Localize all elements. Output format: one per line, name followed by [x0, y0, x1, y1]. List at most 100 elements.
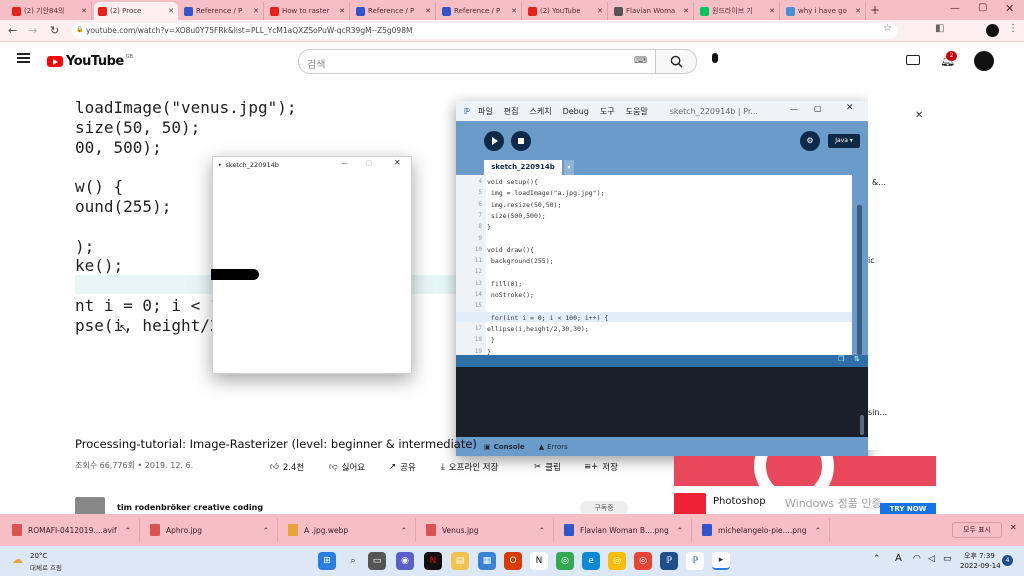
- volume-icon[interactable]: ◁: [928, 554, 935, 564]
- sketch-taskbar-icon[interactable]: ▸: [712, 552, 730, 570]
- console-copy-icon[interactable]: ❐: [838, 355, 844, 363]
- url-field[interactable]: 🔒 youtube.com/watch?v=XO8u0Y75FRk&list=P…: [72, 23, 898, 39]
- add-tab-button[interactable]: ▾: [564, 160, 574, 175]
- browser-tab[interactable]: (2) 기안84의 ✕: [8, 2, 92, 20]
- sketch-close-button[interactable]: ✕: [394, 158, 401, 167]
- download-item[interactable]: A .jpg.webp ⌃: [280, 518, 416, 542]
- browser-tab[interactable]: why i have go ✕: [782, 2, 866, 20]
- mode-selector[interactable]: Java ▾: [828, 134, 860, 148]
- store-icon[interactable]: ▦: [478, 552, 496, 570]
- stop-button[interactable]: [511, 131, 531, 151]
- console-collapse-icon[interactable]: ⇅: [854, 355, 860, 363]
- sketch-titlebar[interactable]: ▸ sketch_220914b — ▢ ✕: [213, 157, 411, 173]
- subscribe-button[interactable]: 구독중: [580, 501, 628, 515]
- browser-tab[interactable]: Reference / P ✕: [438, 2, 522, 20]
- browser-tab[interactable]: (2) YouTube ✕: [524, 2, 608, 20]
- browser-tab[interactable]: Flavian Woma ✕: [610, 2, 694, 20]
- sketch-tab[interactable]: sketch_220914b: [484, 160, 562, 175]
- download-button[interactable]: ⤓ 오프라인 저장: [441, 461, 498, 473]
- download-item[interactable]: michelangelo-pie....png ⌃: [694, 518, 830, 542]
- console-output[interactable]: [456, 367, 868, 437]
- browser-tab[interactable]: 원드라이브 기 ✕: [696, 2, 780, 20]
- bookmark-star-icon[interactable]: ☆: [883, 23, 892, 34]
- notification-center-badge[interactable]: 4: [1002, 555, 1013, 566]
- search-button[interactable]: [655, 49, 697, 74]
- back-icon[interactable]: ←: [8, 24, 17, 37]
- show-all-downloads-button[interactable]: 모두 표시: [952, 522, 1002, 538]
- tab-close-icon[interactable]: ✕: [81, 7, 87, 15]
- input-language[interactable]: A: [895, 553, 902, 564]
- ide-maximize-button[interactable]: ▢: [814, 104, 822, 113]
- start-icon[interactable]: ⊞: [318, 552, 336, 570]
- processing-ide-window[interactable]: ℙ 파일 편집 스케치 Debug 도구 도움말 sketch_220914b | Pr.…: [456, 101, 868, 456]
- ide-menu-item[interactable]: 도움말: [626, 107, 648, 116]
- download-options-icon[interactable]: ⌃: [539, 526, 545, 535]
- tab-close-icon[interactable]: ✕: [683, 7, 689, 15]
- download-options-icon[interactable]: ⌃: [401, 526, 407, 535]
- tab-close-icon[interactable]: ✕: [339, 7, 345, 15]
- create-video-icon[interactable]: [906, 55, 920, 65]
- office-icon[interactable]: O: [504, 552, 522, 570]
- tab-close-icon[interactable]: ✕: [855, 7, 861, 15]
- ide-minimize-button[interactable]: —: [790, 105, 798, 114]
- ide-close-button[interactable]: ✕: [846, 103, 854, 113]
- weather-icon[interactable]: ☁: [12, 553, 23, 566]
- taskbar-search-icon[interactable]: ⌕: [344, 552, 362, 570]
- vscode-icon[interactable]: ℙ: [686, 552, 704, 570]
- chrome-profile-icon[interactable]: ◎: [608, 552, 626, 570]
- extensions-icon[interactable]: ◧: [935, 23, 944, 34]
- clip-button[interactable]: ✂ 클립: [534, 461, 561, 473]
- search-input[interactable]: 검색 ⌨: [298, 49, 656, 74]
- account-avatar[interactable]: [974, 51, 994, 71]
- save-button[interactable]: ≡+ 저장: [584, 461, 618, 473]
- tab-close-icon[interactable]: ✕: [597, 7, 603, 15]
- reload-icon[interactable]: ↻: [50, 24, 59, 37]
- wifi-icon[interactable]: ◠: [913, 554, 921, 564]
- thumbs-down-button[interactable]: 👎︎ 싫어요: [329, 461, 365, 473]
- ide-menu-item[interactable]: 스케치: [529, 107, 551, 116]
- browser-tab[interactable]: Reference / P ✕: [180, 2, 264, 20]
- task-view-icon[interactable]: ▭: [368, 552, 386, 570]
- window-maximize-button[interactable]: ▢: [978, 2, 987, 13]
- notion-icon[interactable]: N: [530, 552, 548, 570]
- download-item[interactable]: ROMAFI-0412019....avif ⌃: [4, 518, 140, 542]
- battery-icon[interactable]: ▭: [943, 554, 952, 564]
- ide-menu-item[interactable]: Debug: [563, 107, 589, 116]
- download-options-icon[interactable]: ⌃: [125, 526, 131, 535]
- tray-chevron-icon[interactable]: ⌃: [873, 554, 881, 564]
- clock-date[interactable]: 2022-09-14: [960, 562, 1001, 570]
- browser-tab[interactable]: (2) Proce ✕: [94, 2, 178, 20]
- sketch-maximize-button[interactable]: ▢: [366, 159, 373, 167]
- run-button[interactable]: [484, 131, 504, 151]
- channel-name[interactable]: tim rodenbröker creative coding: [117, 503, 263, 512]
- download-item[interactable]: Flavian Woman B....png ⌃: [556, 518, 692, 542]
- chrome-profile2-icon[interactable]: ◎: [634, 552, 652, 570]
- browser-tab[interactable]: Reference / P ✕: [352, 2, 436, 20]
- debug-button[interactable]: ⚙: [800, 131, 820, 151]
- keyboard-icon[interactable]: ⌨: [634, 56, 647, 66]
- netflix-icon[interactable]: N: [424, 552, 442, 570]
- editor-scrollbar[interactable]: [852, 175, 868, 355]
- microphone-icon[interactable]: [708, 53, 722, 69]
- window-close-button[interactable]: ✕: [1005, 2, 1014, 15]
- dismiss-panel-icon[interactable]: ✕: [915, 110, 923, 121]
- file-explorer-icon[interactable]: ▤: [451, 552, 469, 570]
- clock-time[interactable]: 오후 7:39: [964, 551, 995, 561]
- close-downloads-icon[interactable]: ✕: [1010, 523, 1017, 532]
- sketch-minimize-button[interactable]: —: [341, 159, 348, 167]
- ide-menu-item[interactable]: 편집: [504, 107, 519, 116]
- thumbs-up-button[interactable]: 👍︎ 2.4천: [270, 461, 304, 473]
- edge-icon[interactable]: e: [582, 552, 600, 570]
- share-button[interactable]: ↗ 공유: [389, 461, 416, 473]
- download-item[interactable]: Aphro.jpg ⌃: [142, 518, 278, 542]
- download-item[interactable]: Venus.jpg ⌃: [418, 518, 554, 542]
- ide-menu-item[interactable]: 도구: [600, 107, 615, 116]
- browser-tab[interactable]: How to raster ✕: [266, 2, 350, 20]
- profile-avatar[interactable]: [986, 24, 999, 37]
- tab-close-icon[interactable]: ✕: [168, 7, 174, 15]
- ide-menu-item[interactable]: 파일: [478, 107, 493, 116]
- download-options-icon[interactable]: ⌃: [263, 526, 269, 535]
- download-options-icon[interactable]: ⌃: [815, 526, 821, 535]
- ad-banner[interactable]: [674, 456, 936, 486]
- browser-menu-icon[interactable]: ⋮: [1008, 23, 1018, 34]
